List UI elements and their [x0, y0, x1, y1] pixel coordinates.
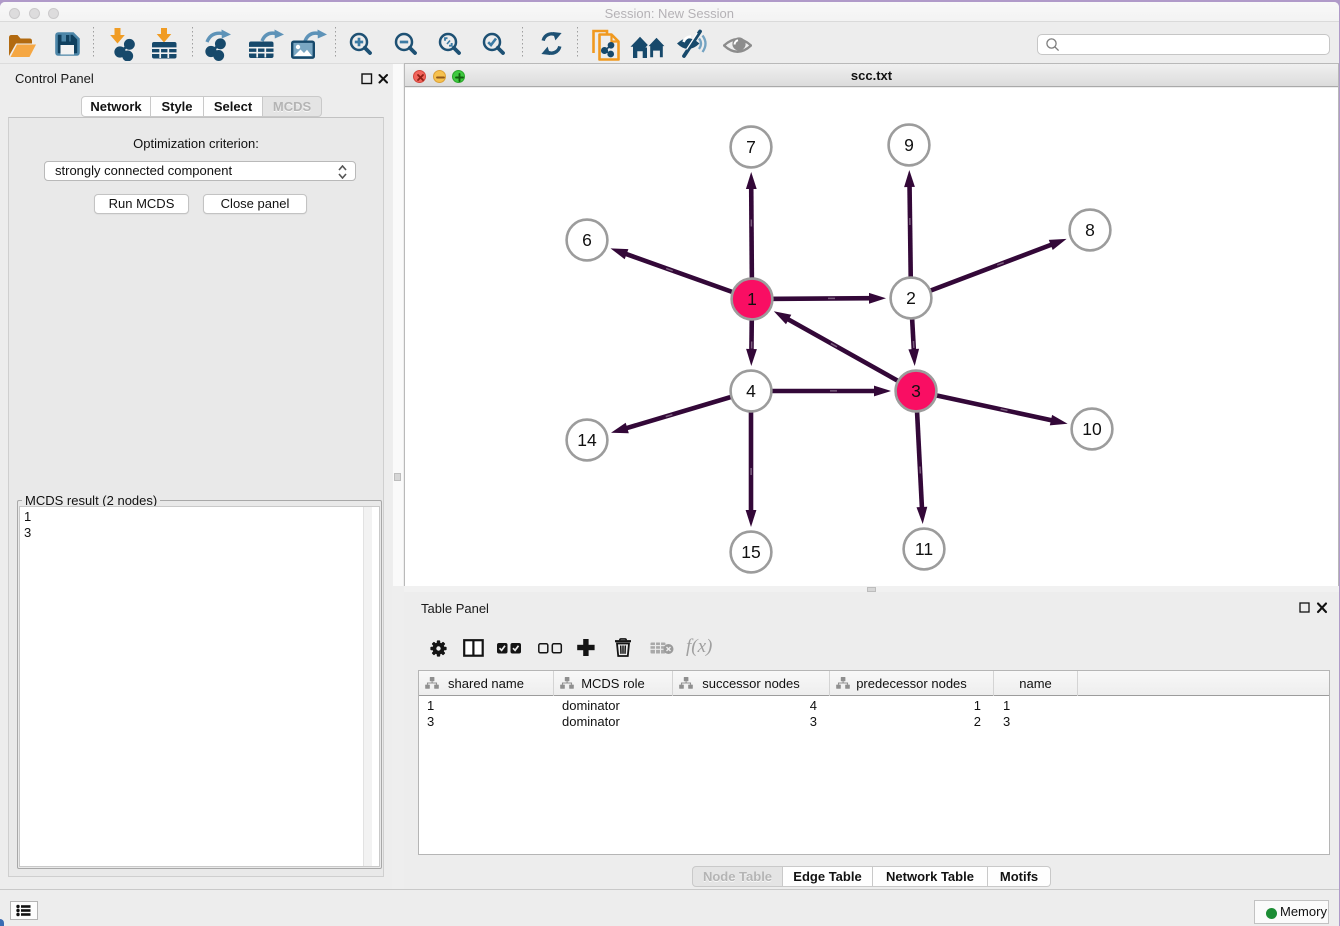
svg-text:11: 11 — [915, 539, 933, 559]
svg-text:6: 6 — [582, 230, 592, 250]
svg-text:3: 3 — [911, 381, 921, 401]
svg-text:7: 7 — [746, 137, 756, 157]
svg-text:9: 9 — [904, 135, 914, 155]
svg-text:14: 14 — [577, 430, 597, 450]
svg-text:8: 8 — [1085, 220, 1095, 240]
svg-text:2: 2 — [906, 288, 916, 308]
svg-text:10: 10 — [1082, 419, 1102, 439]
svg-text:1: 1 — [747, 289, 757, 309]
svg-text:15: 15 — [741, 542, 760, 562]
svg-text:4: 4 — [746, 381, 756, 401]
